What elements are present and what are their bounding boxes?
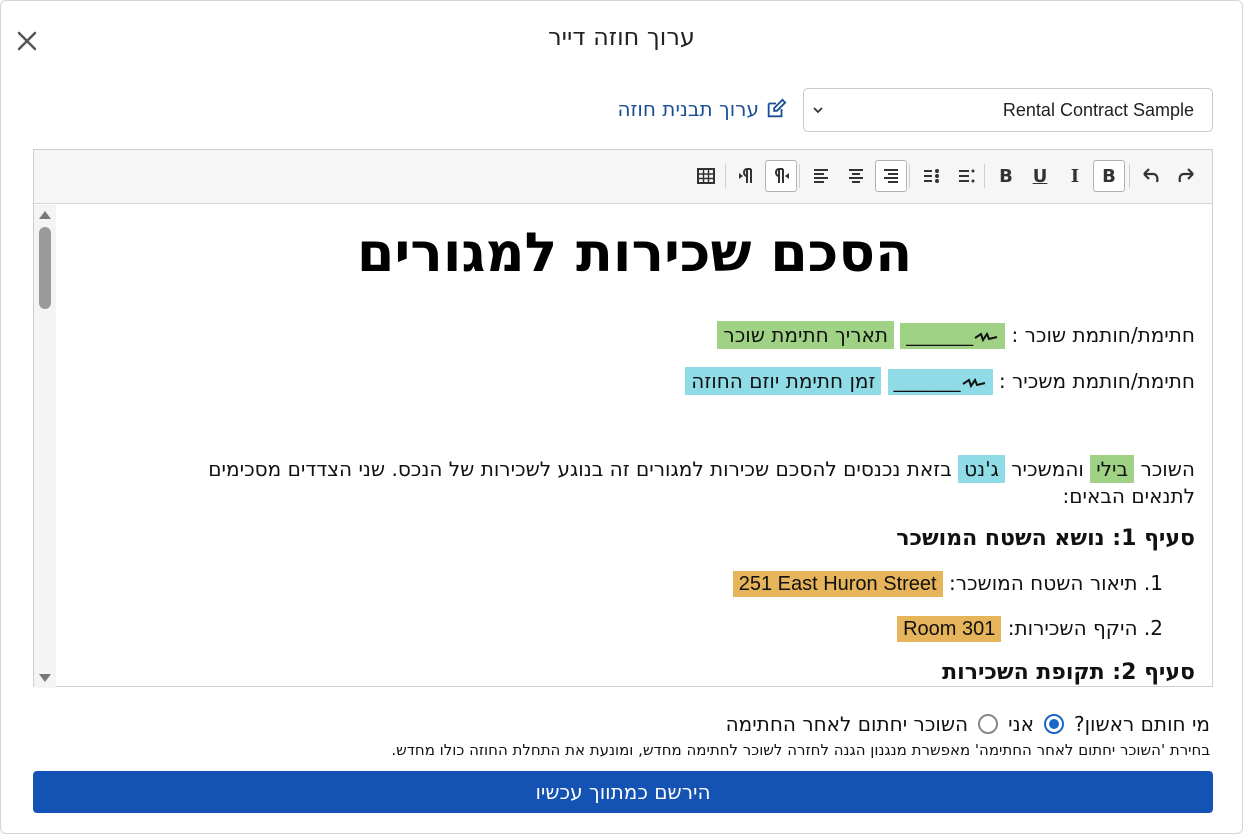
section-1-item-1: 1. תיאור השטח המושכר: 251 East Huron Str… [732,571,1163,597]
ltr-direction-button[interactable] [731,160,763,192]
signature-icon [961,377,985,388]
edit-template-link[interactable]: ערוך תבנית חוזה [617,97,787,121]
italic-button[interactable]: I [1059,160,1091,192]
edit-icon [767,98,787,118]
intro-text: והמשכיר [1011,457,1084,481]
template-select-value: Rental Contract Sample [1002,100,1194,120]
edit-contract-dialog: ערוך חוזה דייר Rental Contract Sample ער… [0,0,1243,834]
landlord-signature-time-field[interactable]: זמן חתימת יוזם החוזה [685,367,882,395]
item-label: תיאור השטח המושכר: [948,571,1138,595]
first-signer-question: מי חותם ראשון? [1073,712,1210,736]
tenant-signature-label: חתימת/חותמת שוכר : [1011,323,1195,347]
bold-icon: B [1102,165,1116,187]
list-icon [959,169,975,183]
tenant-signature-line: חתימת/חותמת שוכר : ______ תאריך חתימת שו… [717,321,1195,349]
editor-scrollbar[interactable] [34,205,56,688]
item-label: היקף השכירות: [1007,616,1138,640]
dialog-title: ערוך חוזה דייר [548,23,695,51]
item-number: 2. [1143,616,1163,640]
landlord-signature-label: חתימת/חותמת משכיר : [998,369,1195,393]
list-icon [924,169,939,183]
signer-tenant-later-label[interactable]: השוכר יחתום לאחר החתימה [726,712,969,736]
bold-button[interactable]: B [990,160,1022,192]
editor-toolbar: B I U B [34,150,1212,204]
rtl-icon [775,168,789,183]
table-icon [697,168,715,184]
landlord-signature-blank[interactable]: ______ [887,369,993,395]
align-center-icon [849,169,863,183]
submit-button[interactable]: הירשם כמתווך עכשיו [33,771,1213,813]
rental-scope-field[interactable]: Room 301 [897,616,1002,642]
numbered-list-button[interactable] [950,160,982,192]
undo-icon [1143,168,1159,183]
scroll-up-arrow-icon[interactable] [39,211,51,219]
toolbar-divider [909,164,910,188]
toolbar-divider [984,164,985,188]
section-2-title: סעיף 2: תקופת השכירות [942,660,1195,685]
edit-template-label: ערוך תבנית חוזה [617,97,759,121]
redo-icon [1178,168,1194,183]
intro-paragraph: השוכר בילי והמשכיר ג'נט בזאת נכנסים להסכ… [145,455,1195,510]
section-1-title: סעיף 1: נושא השטח המושכר [896,526,1195,551]
signer-me-label[interactable]: אני [1008,712,1034,736]
signature-icon [974,331,998,342]
italic-icon: I [1070,165,1080,187]
tenant-signature-date-field[interactable]: תאריך חתימת שוכר [717,321,895,349]
item-number: 1. [1143,571,1163,595]
align-right-button[interactable] [875,160,907,192]
landlord-signature-line: חתימת/חותמת משכיר : ______ זמן חתימת יוז… [685,367,1195,395]
toolbar-divider [799,164,800,188]
section-1-item-2: 2. היקף השכירות: Room 301 [897,616,1163,642]
toolbar-divider [725,164,726,188]
property-address-field[interactable]: 251 East Huron Street [732,571,943,597]
scroll-down-arrow-icon[interactable] [39,674,51,682]
redo-button[interactable] [1170,160,1202,192]
bullet-list-button[interactable] [915,160,947,192]
template-select[interactable]: Rental Contract Sample [803,88,1213,132]
bold-toggle-button[interactable]: B [1093,160,1125,192]
first-signer-row: מי חותם ראשון? אני השוכר יחתום לאחר החתי… [726,712,1210,736]
tenant-signature-blank[interactable]: ______ [900,323,1006,349]
blank-underline: ______ [893,371,961,393]
scrollbar-thumb[interactable] [39,227,51,309]
underline-icon: U [1032,165,1048,187]
chevron-down-icon [813,107,823,114]
toolbar-divider [1129,164,1130,188]
contract-title: הסכם שכירות למגורים [356,221,913,284]
intro-text: השוכר [1140,457,1195,481]
landlord-name-field[interactable]: ג'נט [958,455,1005,483]
underline-button[interactable]: U [1024,160,1056,192]
signer-tenant-later-radio[interactable] [978,714,999,734]
blank-underline: ______ [906,325,974,347]
align-left-icon [814,169,828,183]
signer-me-radio[interactable] [1043,714,1064,734]
bold-icon: B [999,165,1013,187]
align-left-button[interactable] [805,160,837,192]
signing-hint: בחירת 'השוכר יחתום לאחר החתימה' מאפשרת מ… [391,741,1210,759]
ltr-icon [739,168,752,183]
align-right-icon [884,169,898,183]
rtl-direction-button[interactable] [765,160,797,192]
contract-editor[interactable]: B I U B הסכם שכירות למגורים חתימת/חותמת … [33,149,1213,688]
contract-document[interactable]: הסכם שכירות למגורים חתימת/חותמת שוכר : _… [56,205,1213,688]
align-center-button[interactable] [840,160,872,192]
undo-button[interactable] [1135,160,1167,192]
insert-table-button[interactable] [690,160,722,192]
tenant-name-field[interactable]: בילי [1090,455,1135,483]
